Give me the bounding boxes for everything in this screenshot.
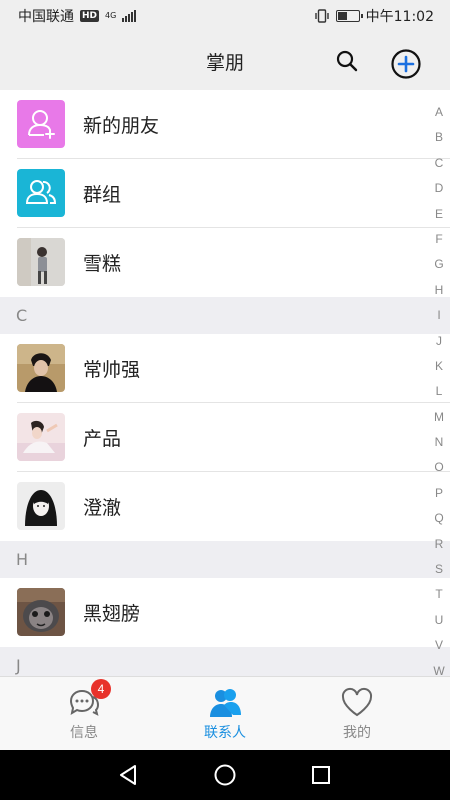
index-letter-p[interactable]: P <box>435 481 443 506</box>
index-letter-m[interactable]: M <box>434 405 444 430</box>
battery-icon <box>335 10 363 22</box>
index-letter-f[interactable]: F <box>435 227 442 252</box>
section-header-c: C <box>0 297 450 334</box>
index-letter-l[interactable]: L <box>436 379 443 404</box>
back-icon[interactable] <box>116 763 140 787</box>
index-letter-j[interactable]: J <box>436 329 442 354</box>
contact-avatar <box>17 413 65 461</box>
photo-avatar <box>17 238 65 286</box>
section-header-j: J <box>0 647 450 676</box>
contact-list[interactable]: 新的朋友 群组 雪糕 C 常帅强 产品 澄澈 H 黑翅膀 J <box>0 90 450 676</box>
index-letter-q[interactable]: Q <box>434 506 443 531</box>
index-letter-h[interactable]: H <box>435 278 444 303</box>
new-friends-label: 新的朋友 <box>83 115 160 137</box>
groups-tile <box>17 169 65 217</box>
index-letter-u[interactable]: U <box>435 608 444 633</box>
index-letter-n[interactable]: N <box>435 430 444 455</box>
network-type: 4G <box>105 12 116 20</box>
status-bar: 中国联通 HD 4G 中午11:02 <box>0 0 450 32</box>
network-type-label: 4G <box>105 11 117 20</box>
contact-row[interactable]: 产品 <box>0 403 450 472</box>
index-letter-v[interactable]: V <box>435 633 443 658</box>
index-letter-k[interactable]: K <box>435 354 443 379</box>
contact-avatar <box>17 344 65 392</box>
hd-badge: HD <box>80 10 100 22</box>
index-letter-g[interactable]: G <box>434 252 443 277</box>
plus-circle-icon[interactable] <box>390 48 422 80</box>
group-icon <box>25 180 57 204</box>
vibrate-icon <box>314 9 329 23</box>
contact-name: 澄澈 <box>83 497 122 519</box>
index-letter-a[interactable]: A <box>435 100 443 125</box>
photo-avatar <box>17 344 65 392</box>
alphabet-index[interactable]: ABCDEFGHIJKLMNOPQRSTUVW <box>428 100 450 684</box>
index-letter-r[interactable]: R <box>435 532 444 557</box>
contact-name: 常帅强 <box>83 359 141 381</box>
signal-icon <box>122 10 137 22</box>
contacts-icon <box>208 685 242 719</box>
photo-avatar <box>17 413 65 461</box>
tab-me[interactable]: 我的 <box>282 677 432 751</box>
search-icon[interactable] <box>334 48 360 74</box>
contact-row[interactable]: 黑翅膀 <box>0 578 450 647</box>
person-add-icon <box>28 110 55 139</box>
index-letter-c[interactable]: C <box>435 151 444 176</box>
new-friends-item[interactable]: 新的朋友 <box>0 90 450 159</box>
index-letter-i[interactable]: I <box>437 303 440 328</box>
contact-name: 黑翅膀 <box>83 603 141 625</box>
groups-label: 群组 <box>83 184 122 206</box>
tab-contacts[interactable]: 联系人 <box>150 677 300 751</box>
status-left: 中国联通 HD 4G <box>18 6 137 26</box>
contact-row[interactable]: 常帅强 <box>0 334 450 403</box>
new-friends-tile <box>17 100 65 148</box>
index-letter-s[interactable]: S <box>435 557 443 582</box>
tab-messages[interactable]: 4 信息 <box>9 677 159 751</box>
index-letter-t[interactable]: T <box>435 582 442 607</box>
tab-bar: 4 信息 联系人 我的 <box>0 676 450 750</box>
index-letter-b[interactable]: B <box>435 125 443 150</box>
heart-icon <box>340 685 374 719</box>
section-header-h: H <box>0 541 450 578</box>
contact-avatar <box>17 482 65 530</box>
index-letter-o[interactable]: O <box>434 455 443 480</box>
contact-name: 雪糕 <box>83 253 122 275</box>
battery-level <box>337 12 348 20</box>
contact-name: 产品 <box>83 428 122 450</box>
unread-badge: 4 <box>91 679 111 699</box>
status-right: 中午11:02 <box>314 6 434 26</box>
chat-bubbles-icon: 4 <box>67 679 111 719</box>
contact-row[interactable]: 雪糕 <box>0 228 450 297</box>
tab-messages-label: 信息 <box>70 725 98 741</box>
recents-icon[interactable] <box>309 763 333 787</box>
contact-avatar <box>17 588 65 636</box>
system-nav-bar <box>0 750 450 800</box>
index-letter-d[interactable]: D <box>435 176 444 201</box>
tab-contacts-label: 联系人 <box>204 725 246 741</box>
index-letter-e[interactable]: E <box>435 202 443 227</box>
carrier-name: 中国联通 <box>18 9 74 25</box>
tab-me-label: 我的 <box>343 725 371 741</box>
photo-avatar <box>17 588 65 636</box>
home-icon[interactable] <box>213 763 237 787</box>
contact-avatar <box>17 238 65 286</box>
clock: 中午11:02 <box>365 9 434 25</box>
groups-item[interactable]: 群组 <box>0 159 450 228</box>
photo-avatar <box>17 482 65 530</box>
app-header: 掌朋 <box>0 32 450 90</box>
page-title: 掌朋 <box>205 52 244 74</box>
contact-row[interactable]: 澄澈 <box>0 472 450 541</box>
